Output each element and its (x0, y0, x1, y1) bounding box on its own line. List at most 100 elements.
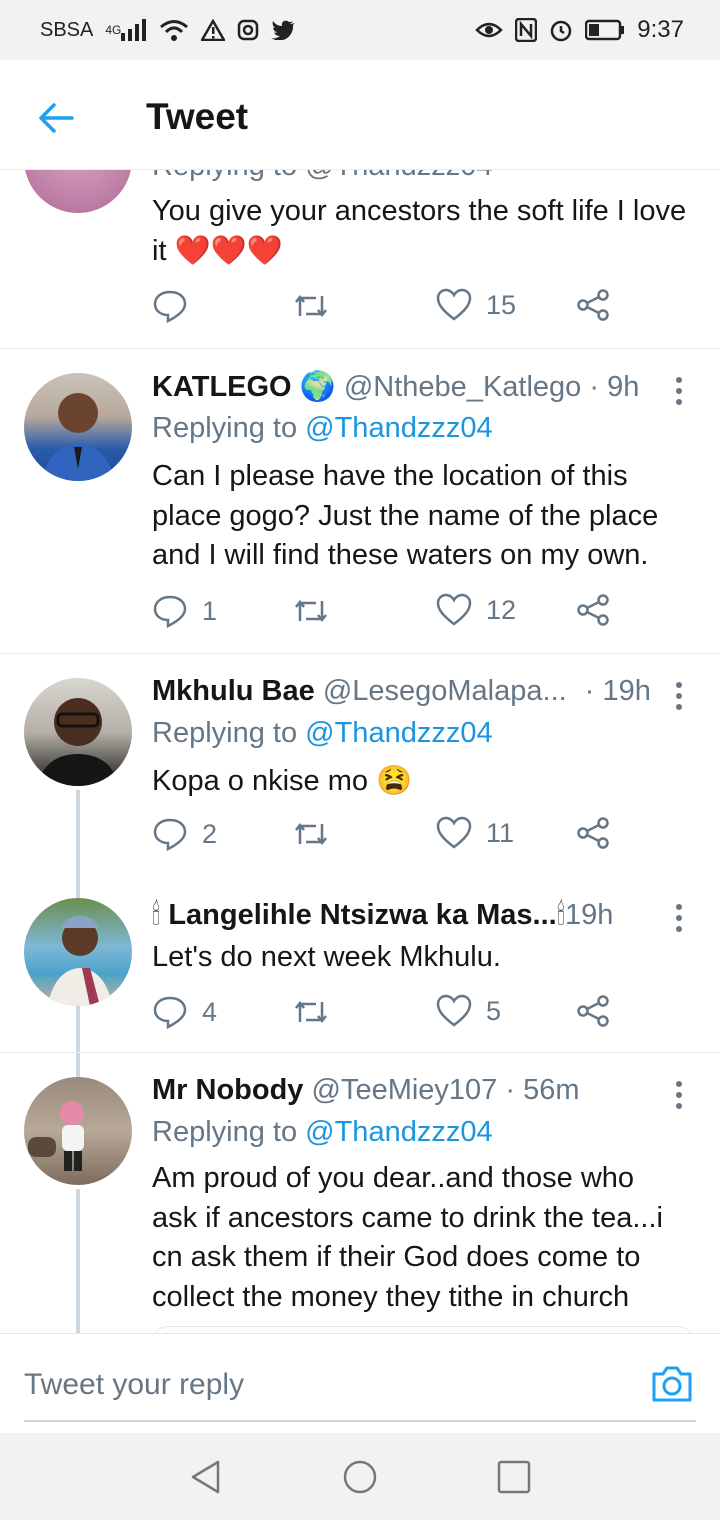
display-name[interactable]: Mr Nobody (152, 1074, 303, 1106)
username[interactable]: @Nthebe_Katlego (344, 371, 581, 403)
more-vertical-icon[interactable] (676, 377, 684, 410)
replying-to: Replying to @Thandzzz04 (152, 412, 493, 445)
like-button[interactable]: 12 (436, 593, 516, 627)
reply-count: 4 (202, 996, 218, 1027)
retweet-button[interactable] (292, 288, 330, 324)
thread-line (76, 1189, 80, 1333)
twitter-bird-icon (271, 20, 295, 40)
tweet-text: Kopa o nkise mo 😫 (152, 762, 692, 802)
tweet-feed[interactable]: Replying to @Thandzzz04 You give your an… (0, 60, 720, 1333)
replying-to: Replying to @Thandzzz04 (152, 1116, 493, 1149)
avatar[interactable] (24, 1077, 132, 1185)
tweet-katlego[interactable]: KATLEGO 🌍 @Nthebe_Katlego · 9h Replying … (0, 349, 720, 654)
hearts-emoji: ❤️❤️❤️ (174, 234, 283, 267)
candle-emoji: 🕯 (152, 899, 161, 931)
retweet-icon (295, 1000, 327, 1024)
like-count: 12 (486, 594, 517, 625)
home-circle-icon[interactable] (342, 1459, 378, 1495)
camera-icon[interactable] (650, 1362, 694, 1406)
tweet-text-line: Can I please have the location of this (152, 460, 628, 492)
timestamp: 19h (564, 899, 614, 931)
reply-icon (153, 290, 187, 324)
tweet-text: Am proud of you dear..and those who ask … (152, 1159, 712, 1317)
retweet-icon (295, 294, 327, 318)
avatar[interactable] (24, 678, 132, 786)
network-4g-icon: 4G (105, 19, 147, 41)
like-count: 15 (486, 289, 517, 320)
status-bar: SBSA 4G 9:37 (0, 0, 720, 60)
retweet-icon (295, 822, 327, 846)
reply-button[interactable] (152, 288, 188, 324)
globe-emoji: 🌍 (299, 371, 336, 403)
arrow-left-icon[interactable] (36, 98, 76, 138)
tweet-text-line: ask if ancestors came to drink the tea..… (152, 1201, 663, 1234)
display-name[interactable]: Mkhulu Bae (152, 675, 315, 707)
tweet-text-line: cn ask them if their God does come to (152, 1241, 641, 1273)
reply-icon (153, 818, 187, 852)
avatar[interactable] (24, 898, 132, 1006)
network-type-label: 4G (105, 23, 122, 37)
like-button[interactable]: 11 (436, 816, 514, 850)
tweet-actions: 4 5 (152, 994, 632, 1034)
replying-to-handle[interactable]: @Thandzzz04 (305, 1116, 492, 1148)
tired-face-emoji: 😫 (376, 765, 413, 797)
tweet-text-line: Am proud of you dear..and those who (152, 1162, 635, 1194)
avatar[interactable] (24, 373, 132, 481)
retweet-icon (295, 599, 327, 623)
system-navigation-bar (0, 1433, 720, 1520)
recents-square-icon[interactable] (496, 1459, 532, 1495)
battery-icon (585, 19, 625, 41)
tweet-text-line: and I will find these waters on my own. (152, 539, 649, 571)
username[interactable]: @TeeMiey107 (312, 1074, 498, 1106)
like-count: 5 (486, 995, 502, 1026)
share-icon (577, 594, 609, 626)
display-name[interactable]: Langelihle Ntsizwa ka Mas... (168, 899, 556, 931)
page-title: Tweet (146, 96, 249, 137)
username[interactable]: @LesegoMalapa... (323, 675, 567, 707)
tweet-header: Mr Nobody @TeeMiey107 · 56m (152, 1074, 580, 1107)
replying-to-handle[interactable]: @Thandzzz04 (305, 717, 492, 749)
share-button[interactable] (576, 593, 610, 627)
reply-button[interactable]: 2 (152, 816, 217, 852)
tweet-langelihle[interactable]: 🕯 Langelihle Ntsizwa ka Mas...🕯19h Let's… (0, 876, 720, 1054)
retweet-button[interactable] (292, 593, 330, 629)
tweet-text: You give your ancestors the soft life I … (152, 192, 692, 271)
reply-icon (153, 595, 187, 629)
replying-to-label: Replying to (152, 717, 298, 749)
clock-time: 9:37 (637, 16, 684, 43)
reply-input[interactable]: Tweet your reply (24, 1334, 696, 1422)
tweet-mr-nobody[interactable]: Mr Nobody @TeeMiey107 · 56m Replying to … (0, 1053, 720, 1333)
reply-button[interactable]: 1 (152, 593, 217, 629)
share-button[interactable] (576, 994, 610, 1028)
instagram-icon (237, 19, 259, 41)
more-vertical-icon[interactable] (676, 904, 684, 937)
reply-composer-bar: Tweet your reply (0, 1333, 720, 1434)
like-button[interactable]: 5 (436, 994, 501, 1028)
replying-to-label: Replying to (152, 412, 298, 444)
tweet-actions: 2 11 (152, 816, 632, 856)
tweet-header: 🕯 Langelihle Ntsizwa ka Mas...🕯19h (152, 899, 613, 932)
back-triangle-icon[interactable] (188, 1459, 224, 1495)
replying-to-handle[interactable]: @Thandzzz04 (305, 412, 492, 444)
reply-button[interactable]: 4 (152, 994, 217, 1030)
display-name[interactable]: KATLEGO (152, 371, 292, 403)
tweet-header: Mkhulu Bae @LesegoMalapa... · 19h (152, 675, 651, 708)
replying-to-label: Replying to (152, 1116, 298, 1148)
top-app-bar: Tweet (0, 60, 720, 170)
alarm-icon (549, 18, 573, 42)
share-button[interactable] (576, 288, 610, 322)
like-button[interactable]: 15 (436, 288, 516, 322)
share-button[interactable] (576, 816, 610, 850)
more-vertical-icon[interactable] (676, 682, 684, 715)
more-vertical-icon[interactable] (676, 1081, 684, 1114)
tweet-mkhulu-bae[interactable]: Mkhulu Bae @LesegoMalapa... · 19h Replyi… (0, 654, 720, 1098)
tweet-text-line: place gogo? Just the name of the place (152, 499, 659, 532)
timestamp: · 19h (584, 675, 651, 707)
tweet-text: Let's do next week Mkhulu. (152, 938, 692, 978)
retweet-button[interactable] (292, 994, 330, 1030)
heart-icon (436, 994, 472, 1027)
heart-icon (436, 288, 472, 321)
wifi-icon (159, 19, 189, 41)
tweet-text-line: collect the money they tithe in church (152, 1280, 630, 1313)
retweet-button[interactable] (292, 816, 330, 852)
